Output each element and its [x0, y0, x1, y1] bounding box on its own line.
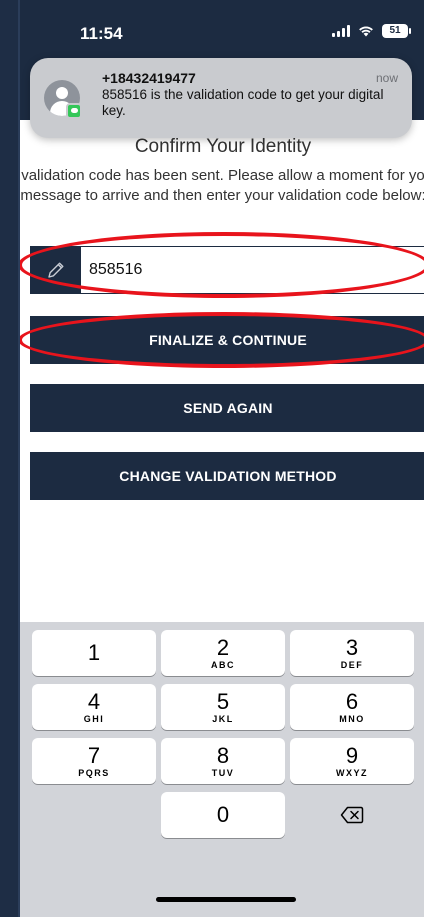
key-1[interactable]: 1 [32, 630, 156, 676]
key-number: 0 [216, 802, 230, 827]
key-7[interactable]: 7 PQRS [32, 738, 156, 784]
key-number: 8 [216, 743, 230, 768]
key-letters: MNO [339, 714, 365, 724]
key-letters: ABC [211, 660, 235, 670]
key-letters: TUV [211, 768, 235, 778]
send-again-button[interactable]: SEND AGAIN [30, 384, 424, 432]
notification-time: now [375, 71, 398, 85]
key-0[interactable]: 0 [161, 792, 285, 838]
key-6[interactable]: 6 MNO [290, 684, 414, 730]
key-number: 3 [345, 635, 359, 660]
home-indicator [156, 897, 296, 902]
status-time: 11:54 [80, 24, 123, 43]
key-letters: GHI [83, 714, 105, 724]
key-number: 7 [87, 743, 101, 768]
key-4[interactable]: 4 GHI [32, 684, 156, 730]
key-letters: WXYZ [336, 768, 368, 778]
numeric-keypad: 1 2 ABC 3 DEF 4 GHI 5 JKL 6 MNO 7 PQRS 8… [20, 622, 424, 917]
page-description: A validation code has been sent. Please … [20, 167, 424, 204]
key-number: 4 [87, 689, 101, 714]
key-number: 5 [216, 689, 230, 714]
key-number: 2 [216, 635, 230, 660]
key-letters: JKL [212, 714, 234, 724]
notification-sender: +18432419477 [102, 70, 196, 86]
key-5[interactable]: 5 JKL [161, 684, 285, 730]
key-9[interactable]: 9 WXYZ [290, 738, 414, 784]
page-title: Confirm Your Identity [134, 136, 312, 157]
change-validation-method-button[interactable]: CHANGE VALIDATION METHOD [30, 452, 424, 500]
battery-icon: 51 [382, 24, 411, 38]
screen: 11:54 51 +18432419477 now 858516 is the … [20, 0, 424, 917]
messages-app-icon [66, 103, 82, 119]
notification-message: 858516 is the validation code to get you… [102, 87, 384, 118]
key-2[interactable]: 2 ABC [161, 630, 285, 676]
backspace-icon [340, 806, 364, 824]
key-number: 1 [87, 640, 101, 665]
backspace-key[interactable] [290, 792, 414, 838]
sms-notification[interactable]: +18432419477 now 858516 is the validatio… [30, 58, 412, 138]
key-letters: DEF [340, 660, 364, 670]
key-number: 9 [345, 743, 359, 768]
wifi-icon [359, 26, 373, 37]
pencil-icon [31, 247, 81, 293]
validation-code-input[interactable] [89, 247, 419, 293]
key-number: 6 [345, 689, 359, 714]
status-icons: 51 [332, 24, 411, 38]
key-3[interactable]: 3 DEF [290, 630, 414, 676]
phone-frame: 11:54 51 +18432419477 now 858516 is the … [18, 0, 424, 917]
key-letters: PQRS [78, 768, 110, 778]
signal-icon [332, 25, 350, 37]
finalize-continue-button[interactable]: FINALIZE & CONTINUE [30, 316, 424, 364]
key-blank [32, 792, 156, 838]
validation-code-field[interactable] [30, 246, 424, 294]
key-8[interactable]: 8 TUV [161, 738, 285, 784]
